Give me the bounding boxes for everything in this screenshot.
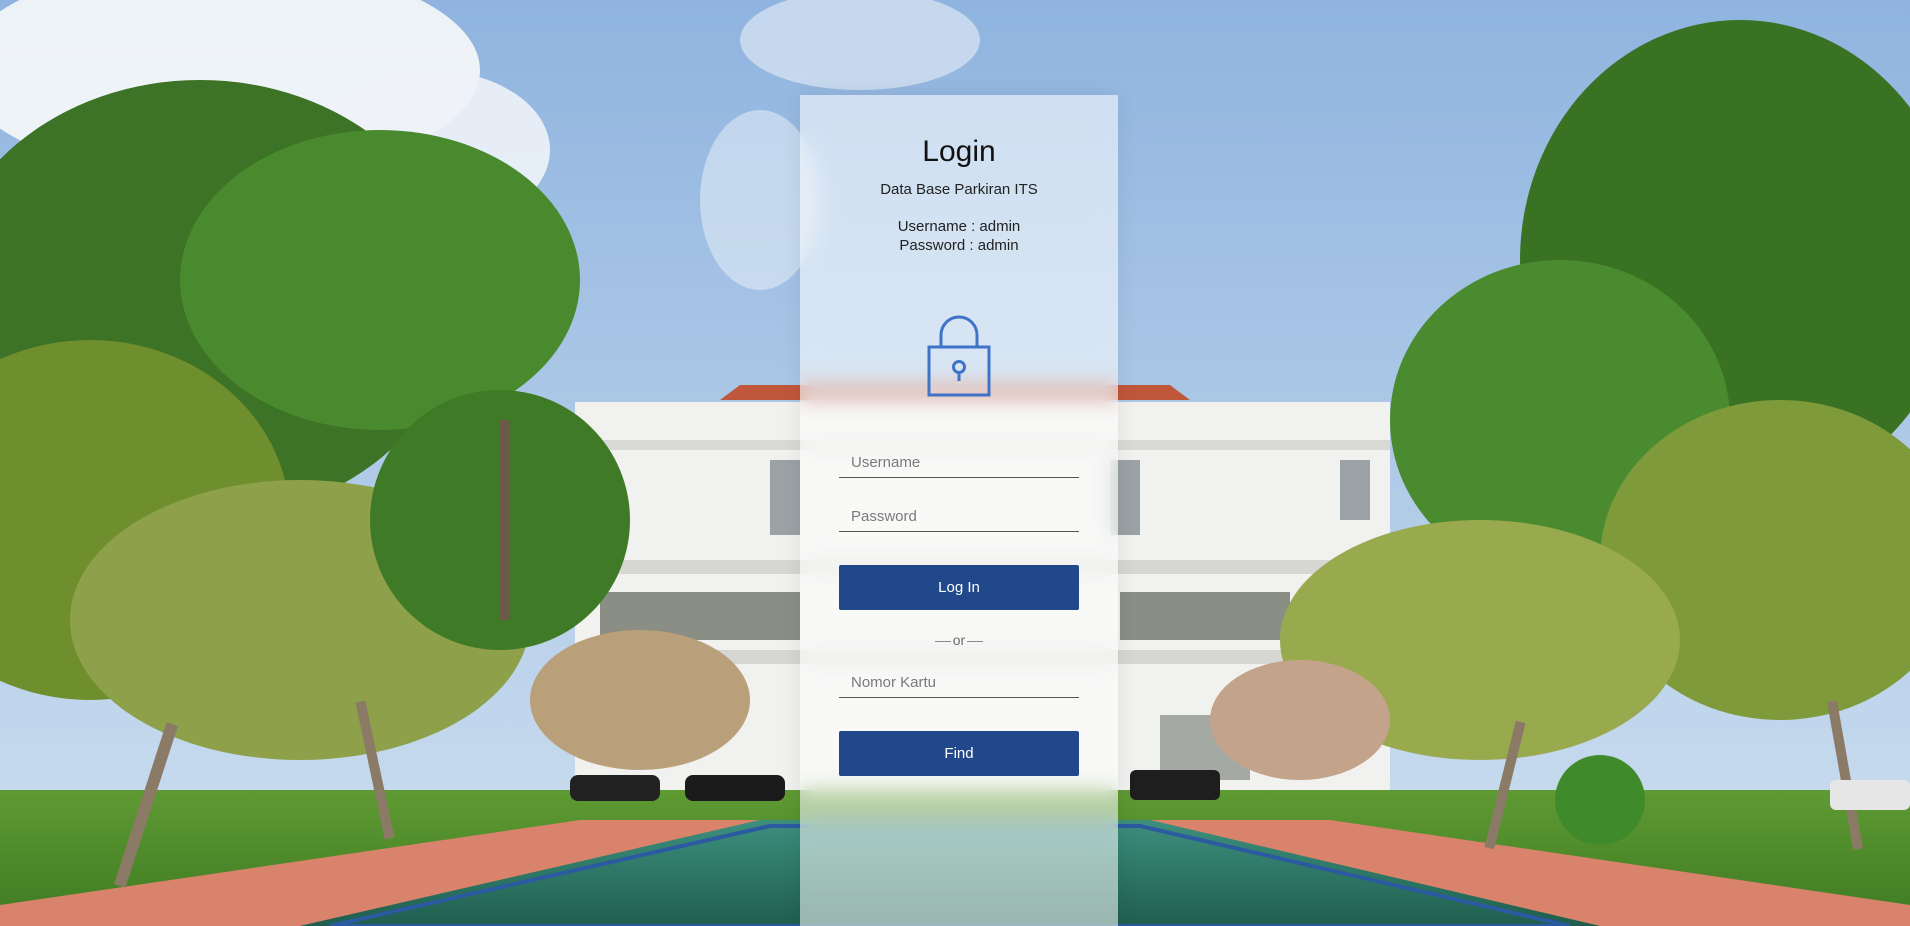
credentials-hint: Username : admin Password : admin <box>800 217 1118 255</box>
password-input[interactable] <box>839 502 1079 532</box>
username-hint: Username : admin <box>897 218 1021 235</box>
separator-line-right <box>967 640 984 642</box>
or-separator: or <box>800 632 1118 648</box>
find-button[interactable]: Find <box>839 731 1079 776</box>
or-label: or <box>952 632 966 648</box>
login-button[interactable]: Log In <box>839 565 1079 610</box>
card-number-input[interactable] <box>839 668 1079 698</box>
app-subtitle: Data Base Parkiran ITS <box>880 181 1038 198</box>
username-input[interactable] <box>839 448 1079 478</box>
login-card: Login Data Base Parkiran ITS Username : … <box>800 95 1118 926</box>
lock-icon <box>927 315 991 397</box>
separator-line-left <box>934 640 951 642</box>
page-title: Login <box>922 135 996 168</box>
password-hint: Password : admin <box>899 237 1019 254</box>
